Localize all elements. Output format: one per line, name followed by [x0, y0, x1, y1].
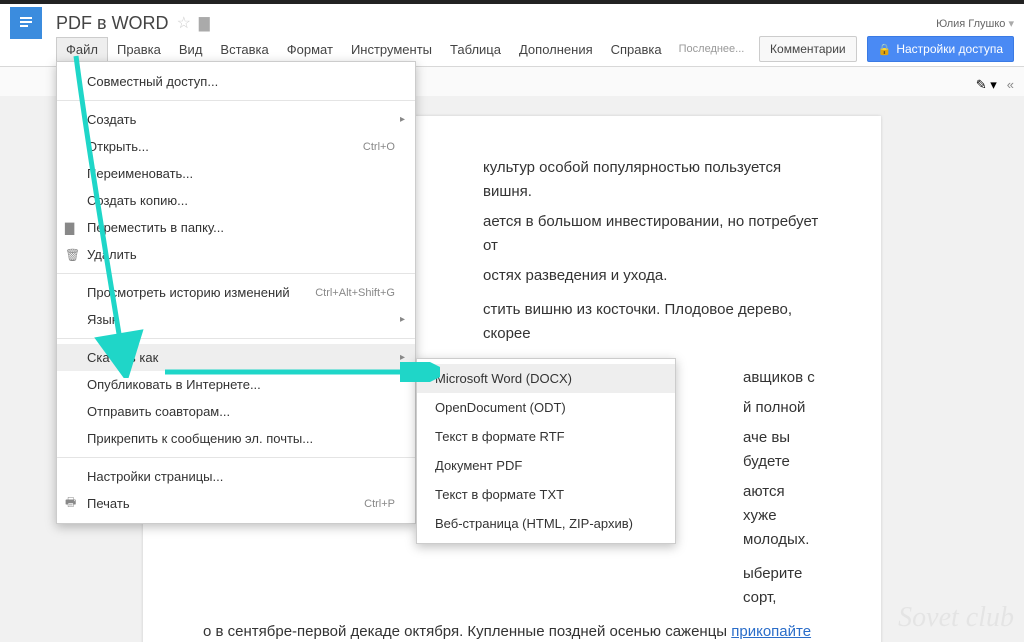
menu-tools[interactable]: Инструменты [342, 38, 441, 61]
file-menu-item[interactable]: Язык▸ [57, 306, 415, 333]
menu-file[interactable]: Файл [56, 37, 108, 61]
file-menu-item[interactable]: Отправить соавторам... [57, 398, 415, 425]
file-menu-item[interactable]: 🖶ПечатьCtrl+P [57, 490, 415, 517]
download-submenu-item[interactable]: OpenDocument (ODT) [417, 393, 675, 422]
menu-insert[interactable]: Вставка [211, 38, 277, 61]
user-menu[interactable]: Юлия Глушко [936, 17, 1014, 30]
menu-view[interactable]: Вид [170, 38, 212, 61]
file-menu-item[interactable]: Совместный доступ... [57, 68, 415, 95]
docs-app-icon[interactable] [10, 7, 42, 39]
share-button[interactable]: 🔒Настройки доступа [867, 36, 1014, 62]
file-menu-item[interactable]: 🗑Удалить [57, 241, 415, 268]
download-submenu-item[interactable]: Текст в формате RTF [417, 422, 675, 451]
menu-edit[interactable]: Правка [108, 38, 170, 61]
file-menu-item[interactable]: Открыть...Ctrl+O [57, 133, 415, 160]
file-menu-item[interactable]: Переименовать... [57, 160, 415, 187]
lock-icon: 🔒 [878, 43, 892, 56]
file-menu-item[interactable]: Скачать как▸ [57, 344, 415, 371]
menu-table[interactable]: Таблица [441, 38, 510, 61]
last-edit-text: Последнее... [679, 43, 745, 55]
file-menu-item[interactable]: Создать▸ [57, 106, 415, 133]
menu-format[interactable]: Формат [278, 38, 342, 61]
file-menu-item[interactable]: Прикрепить к сообщению эл. почты... [57, 425, 415, 452]
folder-icon[interactable]: ▇ [199, 15, 210, 32]
file-menu-item[interactable]: Настройки страницы... [57, 463, 415, 490]
file-menu-item[interactable]: Просмотреть историю измененийCtrl+Alt+Sh… [57, 279, 415, 306]
link[interactable]: прикопайте [731, 623, 811, 640]
collapse-toolbar-button[interactable]: « [1007, 77, 1014, 92]
file-menu-item[interactable]: Создать копию... [57, 187, 415, 214]
menu-help[interactable]: Справка [602, 38, 671, 61]
document-title[interactable]: PDF в WORD [56, 13, 169, 34]
download-submenu-item[interactable]: Текст в формате TXT [417, 480, 675, 509]
download-submenu-item[interactable]: Microsoft Word (DOCX) [417, 364, 675, 393]
file-menu-item[interactable]: Опубликовать в Интернете... [57, 371, 415, 398]
star-icon[interactable]: ☆ [177, 13, 191, 33]
download-as-submenu: Microsoft Word (DOCX)OpenDocument (ODT)Т… [416, 358, 676, 544]
download-submenu-item[interactable]: Веб-страница (HTML, ZIP-архив) [417, 509, 675, 538]
download-submenu-item[interactable]: Документ PDF [417, 451, 675, 480]
edit-mode-button[interactable]: ✎ ▾ [976, 77, 997, 93]
comments-button[interactable]: Комментарии [759, 36, 857, 62]
file-menu-dropdown: Совместный доступ... Создать▸Открыть...Ct… [56, 61, 416, 524]
text: ыберите сорт, [203, 562, 821, 610]
file-menu-item[interactable]: ▇Переместить в папку... [57, 214, 415, 241]
menu-addons[interactable]: Дополнения [510, 38, 602, 61]
watermark: Sovet club [898, 602, 1014, 634]
